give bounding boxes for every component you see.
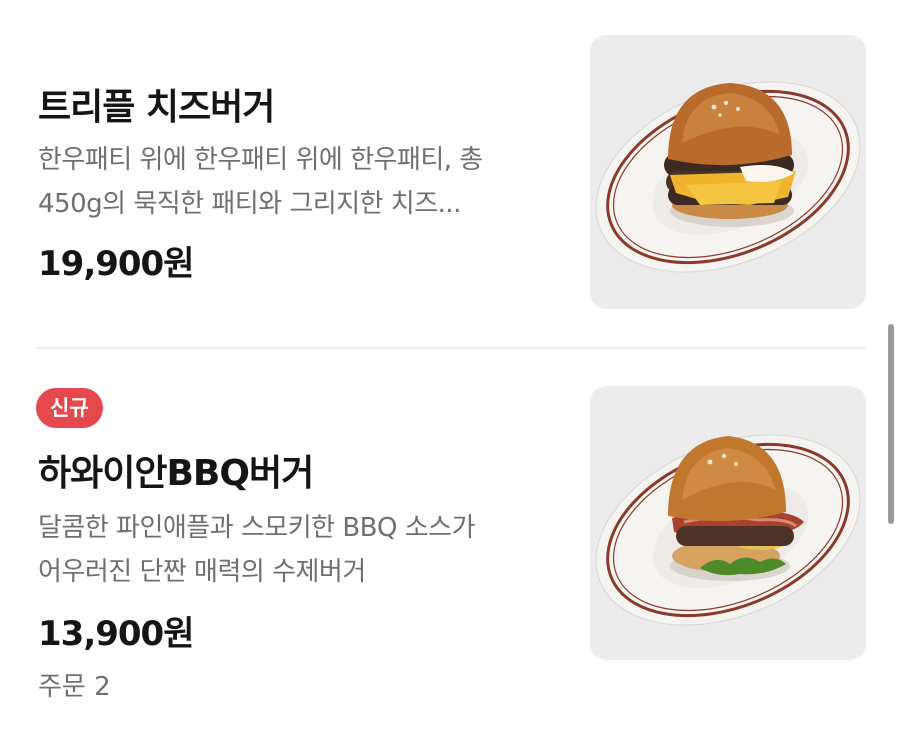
description-line: 달콤한 파인애플과 스모키한 BBQ 소스가 [38, 513, 476, 543]
menu-item-description: 달콤한 파인애플과 스모키한 BBQ 소스가 어우러진 단짠 매력의 수제버거 [38, 506, 558, 594]
menu-item-image[interactable] [590, 386, 866, 660]
menu-item-image[interactable] [590, 35, 866, 309]
burger-photo [595, 81, 861, 273]
burger-photo [595, 434, 861, 626]
order-count: 주문 2 [38, 672, 111, 702]
menu-item-description: 한우패티 위에 한우패티 위에 한우패티, 총 450g의 묵직한 패티와 그리… [38, 138, 558, 226]
menu-item-triple-cheeseburger[interactable]: 트리플 치즈버거 한우패티 위에 한우패티 위에 한우패티, 총 450g의 묵… [0, 0, 900, 345]
menu-item-hawaiian-bbq-burger[interactable]: 신규 하와이안BBQ버거 달콤한 파인애플과 스모키한 BBQ 소스가 어우러진… [0, 350, 900, 742]
description-line: 어우러진 단짠 매력의 수제버거 [38, 557, 366, 587]
menu-item-title: 트리플 치즈버거 [38, 87, 275, 128]
menu-item-title: 하와이안BBQ버거 [38, 453, 314, 494]
new-badge: 신규 [36, 388, 103, 428]
description-line: 450g의 묵직한 패티와 그리지한 치즈... [38, 189, 461, 219]
menu-item-price: 13,900원 [38, 614, 194, 654]
divider [36, 347, 866, 349]
menu-item-price: 19,900원 [38, 244, 194, 284]
scrollbar[interactable] [888, 324, 894, 524]
description-line: 한우패티 위에 한우패티 위에 한우패티, 총 [38, 145, 483, 175]
